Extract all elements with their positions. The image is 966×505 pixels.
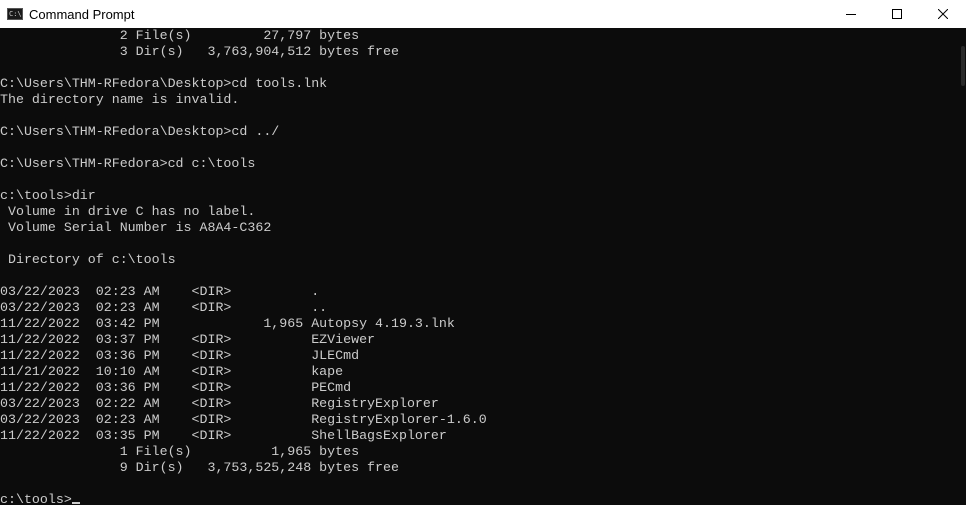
prompt-line[interactable]: c:\tools>: [0, 492, 487, 505]
console-line: 11/22/2022 03:36 PM <DIR> JLECmd: [0, 348, 360, 363]
console-line: 03/22/2023 02:22 AM <DIR> RegistryExplor…: [0, 396, 439, 411]
vertical-scrollbar[interactable]: [958, 28, 966, 505]
window-title: Command Prompt: [29, 6, 135, 22]
console-line: C:\Users\THM-RFedora\Desktop>cd ../: [0, 124, 280, 139]
console-line: Volume in drive C has no label.: [0, 204, 256, 219]
maximize-button[interactable]: [874, 0, 920, 28]
console-line: 11/22/2022 03:42 PM 1,965 Autopsy 4.19.3…: [0, 316, 455, 331]
close-icon: [938, 9, 948, 19]
scrollbar-thumb[interactable]: [961, 46, 965, 86]
prompt-text: c:\tools>: [0, 492, 72, 505]
console-line: Directory of c:\tools: [0, 252, 176, 267]
minimize-icon: [846, 14, 856, 15]
maximize-icon: [892, 9, 902, 19]
minimize-button[interactable]: [828, 0, 874, 28]
console-line: 9 Dir(s) 3,753,525,248 bytes free: [0, 460, 399, 475]
console-line: 03/22/2023 02:23 AM <DIR> .: [0, 284, 320, 299]
text-cursor: [71, 502, 80, 504]
console-line: C:\Users\THM-RFedora\Desktop>cd tools.ln…: [0, 76, 328, 91]
console-line: The directory name is invalid.: [0, 92, 240, 107]
title-bar[interactable]: C:\ Command Prompt: [0, 0, 966, 28]
close-button[interactable]: [920, 0, 966, 28]
console-line: 03/22/2023 02:23 AM <DIR> RegistryExplor…: [0, 412, 487, 427]
console-line: 11/21/2022 10:10 AM <DIR> kape: [0, 364, 344, 379]
console-line: C:\Users\THM-RFedora>cd c:\tools: [0, 156, 256, 171]
console-line: Volume Serial Number is A8A4-C362: [0, 220, 272, 235]
console-line: c:\tools>dir: [0, 188, 96, 203]
window-controls: [828, 0, 966, 28]
console-line: 11/22/2022 03:35 PM <DIR> ShellBagsExplo…: [0, 428, 447, 443]
console-line: 3 Dir(s) 3,763,904,512 bytes free: [0, 44, 399, 59]
console-output[interactable]: 2 File(s) 27,797 bytes 3 Dir(s) 3,763,90…: [0, 28, 958, 505]
console-line: 11/22/2022 03:37 PM <DIR> EZViewer: [0, 332, 376, 347]
console-line: 2 File(s) 27,797 bytes: [0, 28, 360, 43]
command-prompt-window: C:\ Command Prompt 2 File(s) 27,797 byte…: [0, 0, 966, 505]
console-line: 03/22/2023 02:23 AM <DIR> ..: [0, 300, 328, 315]
console-line: 11/22/2022 03:36 PM <DIR> PECmd: [0, 380, 352, 395]
cmd-app-icon[interactable]: C:\: [7, 8, 23, 20]
console-line: 1 File(s) 1,965 bytes: [0, 444, 360, 459]
terminal-text: 2 File(s) 27,797 bytes 3 Dir(s) 3,763,90…: [0, 28, 487, 505]
